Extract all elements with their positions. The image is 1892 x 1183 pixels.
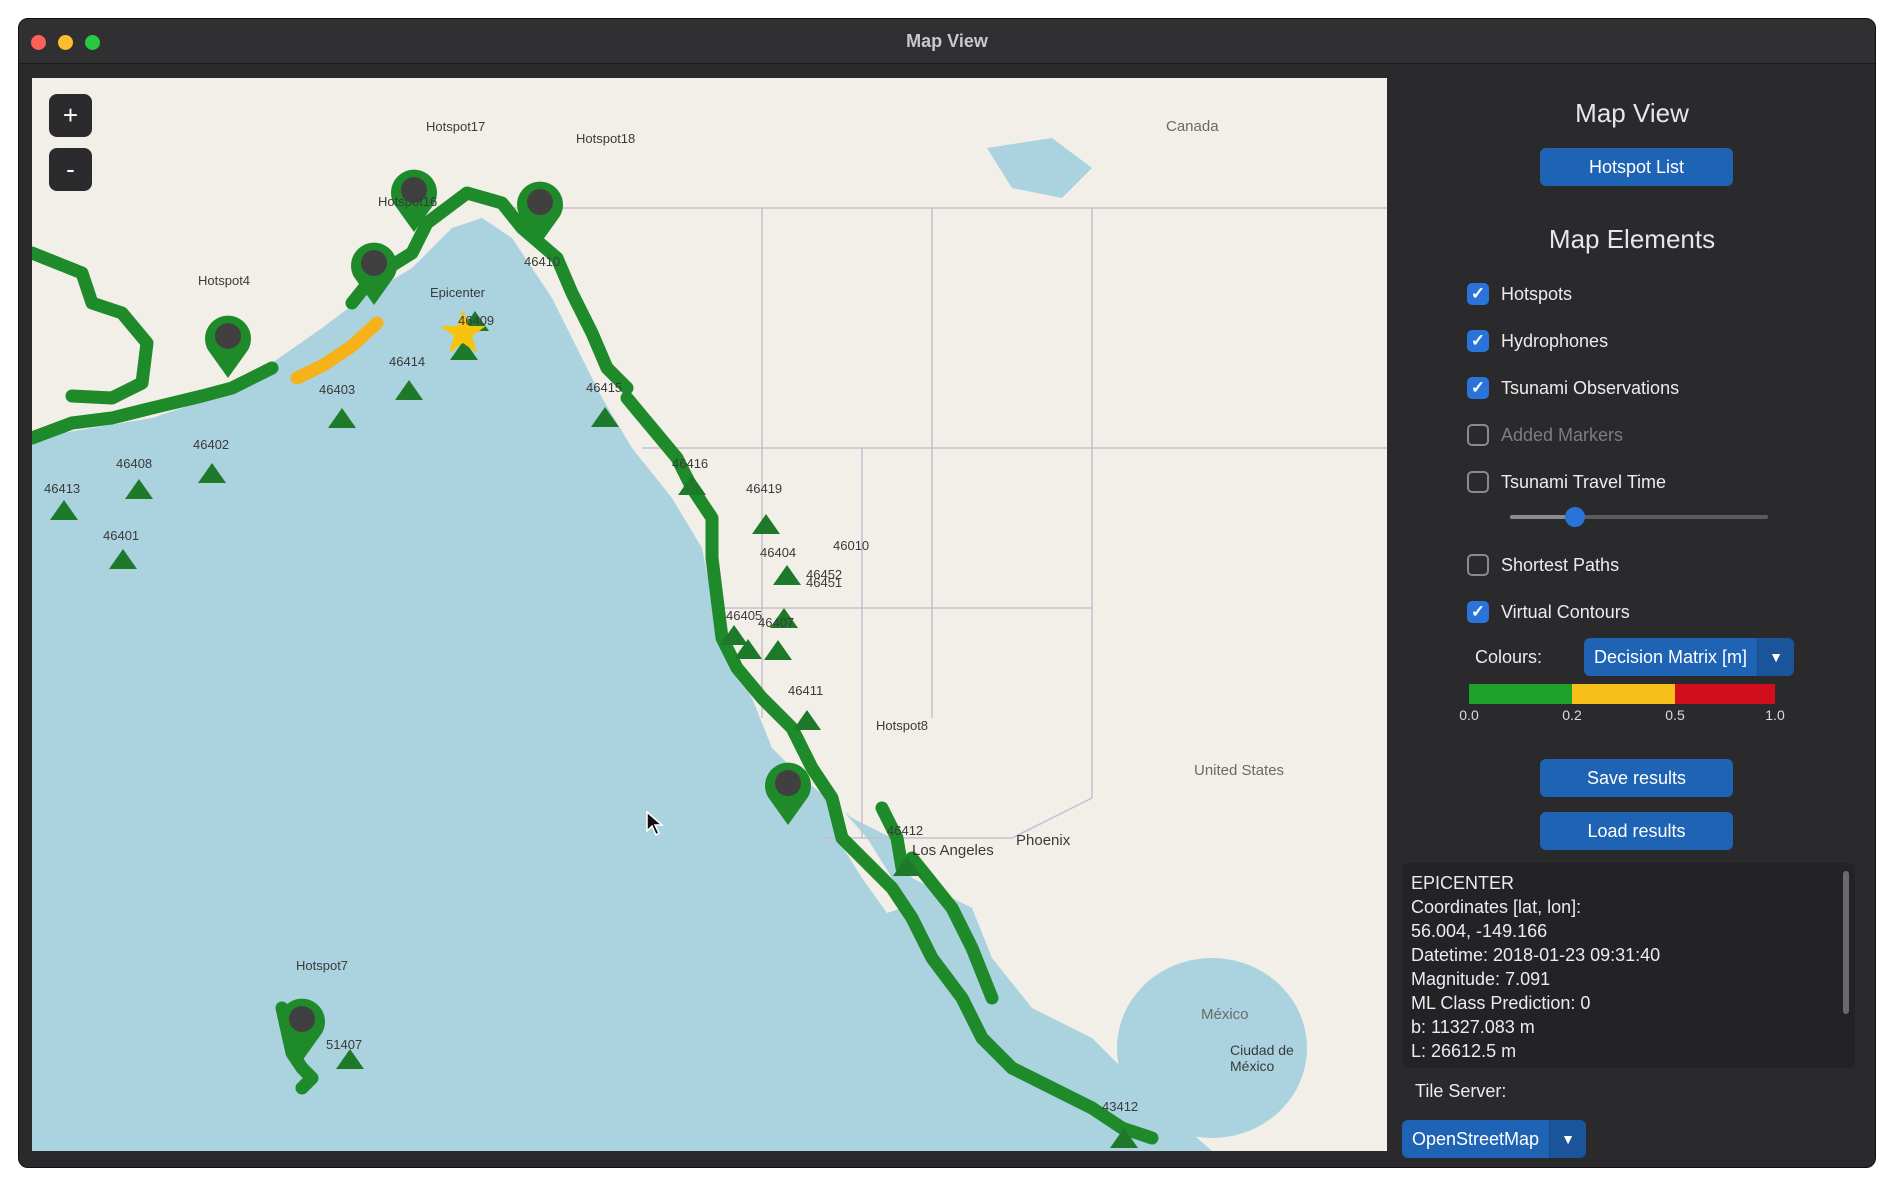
station-label: 46419 [746, 481, 783, 496]
window-title: Map View [906, 31, 988, 51]
travel-time-slider[interactable] [1510, 507, 1768, 527]
station-label: 46411 [788, 683, 824, 698]
map-canvas[interactable]: Canada United States México Ciudad de Mé… [32, 78, 1387, 1151]
chevron-down-icon[interactable]: ▼ [1549, 1120, 1587, 1158]
checkbox-label: Added Markers [1501, 424, 1624, 445]
station-label: 46416 [672, 456, 709, 471]
station-label: 46403 [319, 382, 356, 397]
tile-server-label: Tile Server: [1415, 1081, 1507, 1101]
checkbox-tsunami-observations[interactable]: ✓ Tsunami Observations [1467, 373, 1679, 403]
checkbox-virtual-contours[interactable]: ✓ Virtual Contours [1467, 597, 1630, 627]
checkbox-label: Tsunami Travel Time [1501, 471, 1667, 492]
station-label: 46413 [44, 481, 81, 496]
colour-segment-yellow [1572, 684, 1675, 704]
hotspot-label: Hotspot16 [378, 194, 438, 209]
title-bar: Map View [19, 19, 1875, 64]
epicenter-label: Epicenter [430, 285, 485, 300]
station-label: 46414 [389, 354, 426, 369]
mouse-cursor-icon [646, 811, 664, 837]
hotspot-label: Hotspot18 [576, 131, 636, 146]
colours-value: Decision Matrix [m] [1584, 638, 1758, 676]
colour-segment-green [1469, 684, 1572, 704]
hotspot-label: Hotspot8 [876, 718, 929, 733]
checkbox-checked-icon[interactable]: ✓ [1467, 601, 1489, 623]
station-label: 46405 [726, 608, 763, 623]
info-coords: 56.004, -149.166 [1411, 921, 1548, 941]
city-label: Phoenix [1016, 832, 1071, 849]
station-label: 51407 [326, 1037, 363, 1052]
hotspot-label: Hotspot4 [198, 273, 251, 288]
city-label: Ciudad de México [1230, 1042, 1294, 1074]
station-label: 46408 [116, 456, 153, 471]
info-ml-class: ML Class Prediction: 0 [1411, 993, 1591, 1013]
zoom-in-button[interactable]: + [49, 94, 92, 137]
checkbox-unchecked-icon[interactable] [1467, 554, 1489, 576]
checkbox-checked-icon[interactable]: ✓ [1467, 283, 1489, 305]
slider-thumb[interactable] [1565, 507, 1585, 527]
checkbox-checked-icon[interactable]: ✓ [1467, 330, 1489, 352]
info-magnitude: Magnitude: 7.091 [1411, 969, 1551, 989]
app-window: Map View Canada United States México Ciu… [18, 18, 1876, 1168]
info-l: L: 26612.5 m [1411, 1041, 1517, 1061]
station-label: 46412 [887, 823, 924, 838]
checkbox-label: Virtual Contours [1501, 601, 1630, 622]
station-label: 46415 [586, 380, 623, 395]
map-labels: Canada United States México Ciudad de Mé… [32, 78, 1387, 1151]
station-label: 46407 [758, 615, 795, 630]
load-results-button[interactable]: Load results [1540, 812, 1733, 850]
colour-scale-tick: 1.0 [1765, 707, 1785, 723]
side-panel: Map View Hotspot List Map Elements ✓ Hot… [1402, 78, 1862, 1158]
checkbox-added-markers[interactable]: Added Markers [1467, 420, 1623, 450]
station-label: 46401 [103, 528, 140, 543]
hotspot-label: Hotspot7 [296, 958, 349, 973]
checkbox-label: Hotspots [1501, 283, 1573, 304]
checkbox-unchecked-icon[interactable] [1467, 424, 1489, 446]
station-label: 43412 [1102, 1099, 1139, 1114]
tile-server-value: OpenStreetMap [1402, 1120, 1550, 1158]
country-label: Canada [1166, 118, 1219, 135]
checkbox-shortest-paths[interactable]: Shortest Paths [1467, 550, 1619, 580]
checkbox-label: Tsunami Observations [1501, 377, 1680, 398]
checkbox-checked-icon[interactable]: ✓ [1467, 377, 1489, 399]
colours-label: Colours: [1475, 647, 1543, 667]
info-heading: EPICENTER [1411, 873, 1515, 893]
checkbox-unchecked-icon[interactable] [1467, 471, 1489, 493]
colour-scale-tick: 0.5 [1665, 707, 1685, 723]
city-label: Los Angeles [912, 842, 994, 859]
station-label: 46409 [458, 313, 495, 328]
station-label: 46410 [524, 254, 561, 269]
colour-scale-bar [1469, 684, 1775, 704]
checkbox-hydrophones[interactable]: ✓ Hydrophones [1467, 326, 1608, 356]
checkbox-hotspots[interactable]: ✓ Hotspots [1467, 279, 1572, 309]
tile-server-dropdown[interactable]: OpenStreetMap ▼ [1402, 1120, 1587, 1158]
map-elements-heading: Map Elements [1548, 224, 1716, 254]
country-label: México [1201, 1006, 1249, 1023]
info-b: b: 11327.083 m [1411, 1017, 1535, 1037]
station-label: 46451 [806, 575, 843, 590]
station-label: 46402 [193, 437, 230, 452]
epicenter-info-box[interactable]: EPICENTER Coordinates [lat, lon]: 56.004… [1402, 863, 1855, 1068]
colour-scale-tick: 0.2 [1562, 707, 1582, 723]
station-label: 46010 [833, 538, 870, 553]
info-datetime: Datetime: 2018-01-23 09:31:40 [1411, 945, 1661, 965]
colour-segment-red [1675, 684, 1775, 704]
country-label: United States [1194, 762, 1285, 779]
panel-title: Map View [1575, 98, 1689, 128]
info-scrollbar[interactable] [1843, 871, 1849, 1014]
hotspot-list-button[interactable]: Hotspot List [1540, 148, 1733, 186]
info-coords-label: Coordinates [lat, lon]: [1411, 897, 1582, 917]
checkbox-label: Shortest Paths [1501, 554, 1620, 575]
station-label: 46404 [760, 545, 797, 560]
hotspot-label: Hotspot17 [426, 119, 486, 134]
save-results-button[interactable]: Save results [1540, 759, 1733, 797]
chevron-down-icon[interactable]: ▼ [1757, 638, 1795, 676]
checkbox-tsunami-travel-time[interactable]: Tsunami Travel Time [1467, 467, 1666, 497]
zoom-out-button[interactable]: - [49, 148, 92, 191]
colours-dropdown[interactable]: Decision Matrix [m] ▼ [1584, 638, 1795, 676]
checkbox-label: Hydrophones [1501, 330, 1609, 351]
colour-scale-tick: 0.0 [1459, 707, 1479, 723]
